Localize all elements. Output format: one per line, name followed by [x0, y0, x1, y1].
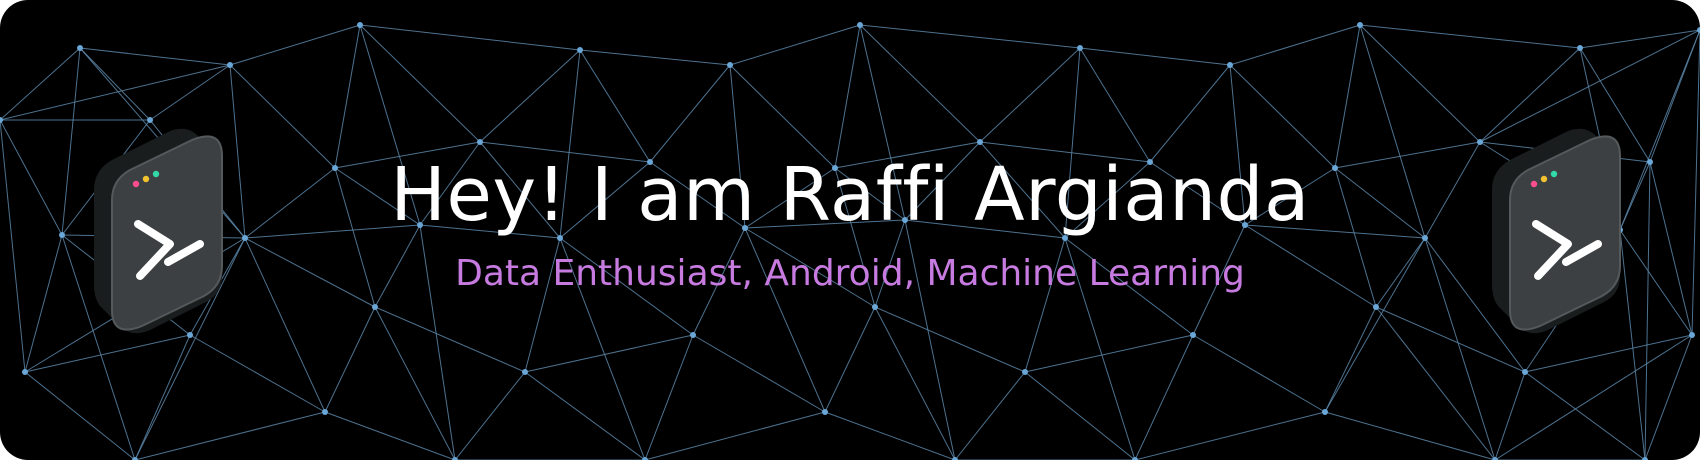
- mesh-node: [1022, 369, 1028, 375]
- mesh-line: [1494, 334, 1693, 460]
- mesh-line: [1192, 334, 1326, 413]
- mesh-node: [977, 139, 983, 145]
- mesh-node: [577, 47, 583, 53]
- mesh-line: [1134, 411, 1326, 460]
- mesh-node: [242, 235, 248, 241]
- mesh-node: [727, 62, 733, 68]
- mesh-node: [822, 409, 828, 415]
- mesh-line: [134, 334, 191, 460]
- mesh-node: [872, 304, 878, 310]
- mesh-node: [1322, 409, 1328, 415]
- mesh-line: [834, 24, 861, 169]
- page-subtitle: Data Enthusiast, Android, Machine Learni…: [455, 253, 1245, 294]
- mesh-line: [134, 411, 326, 460]
- mesh-line: [1134, 334, 1194, 460]
- mesh-line: [229, 24, 361, 66]
- mesh-line: [579, 49, 731, 66]
- mesh-line: [1149, 64, 1231, 163]
- mesh-line: [579, 49, 651, 163]
- mesh-node: [59, 232, 65, 238]
- mesh-line: [79, 47, 231, 66]
- mesh-line: [729, 24, 861, 66]
- mesh-line: [1024, 371, 1136, 460]
- mesh-node: [1357, 22, 1363, 28]
- page-title: Hey! I am Raffi Argianda: [390, 152, 1310, 238]
- mesh-line: [859, 24, 981, 143]
- mesh-line: [334, 24, 361, 169]
- mesh-node: [690, 332, 696, 338]
- mesh-node: [227, 62, 233, 68]
- mesh-line: [1324, 306, 1377, 413]
- mesh-line: [1359, 24, 1581, 49]
- mesh-line: [0, 64, 231, 121]
- mesh-node: [857, 22, 863, 28]
- mesh-line: [874, 306, 956, 460]
- mesh-line: [324, 411, 456, 460]
- mesh-line: [24, 334, 191, 373]
- mesh-node: [1422, 235, 1428, 241]
- mesh-line: [979, 47, 1081, 143]
- mesh-node: [477, 139, 483, 145]
- mesh-line: [644, 411, 826, 460]
- mesh-line: [359, 24, 581, 51]
- mesh-line: [79, 47, 151, 121]
- mesh-line: [479, 49, 581, 143]
- mesh-line: [1644, 334, 1693, 460]
- mesh-line: [1079, 47, 1151, 163]
- mesh-line: [1024, 334, 1194, 373]
- mesh-node: [1190, 332, 1196, 338]
- mesh-line: [524, 371, 646, 460]
- mesh-line: [324, 306, 376, 413]
- mesh-node: [1077, 45, 1083, 51]
- mesh-node: [522, 369, 528, 375]
- mesh-line: [649, 64, 731, 163]
- mesh-line: [454, 371, 526, 460]
- mesh-line: [1079, 47, 1231, 66]
- mesh-line: [1524, 334, 1693, 373]
- mesh-node: [357, 22, 363, 28]
- mesh-node: [147, 117, 153, 123]
- mesh-line: [1494, 371, 1526, 460]
- mesh-line: [644, 334, 694, 460]
- mesh-line: [824, 411, 956, 460]
- mesh-node: [1373, 304, 1379, 310]
- mesh-line: [859, 24, 1081, 49]
- mesh-line: [374, 306, 526, 373]
- mesh-line: [1229, 24, 1361, 66]
- terminal-icon: [1492, 128, 1621, 334]
- mesh-node: [1227, 62, 1233, 68]
- mesh-line: [229, 64, 336, 169]
- mesh-line: [824, 306, 876, 413]
- mesh-line: [24, 371, 136, 460]
- mesh-line: [954, 371, 1026, 460]
- header-banner: Hey! I am Raffi Argianda Data Enthusiast…: [0, 0, 1700, 460]
- mesh-node: [22, 369, 28, 375]
- mesh-line: [1524, 371, 1646, 460]
- mesh-line: [692, 334, 826, 413]
- mesh-node: [1577, 45, 1583, 51]
- mesh-line: [1334, 24, 1361, 169]
- mesh-node: [1522, 369, 1528, 375]
- mesh-line: [0, 47, 81, 121]
- mesh-node: [322, 409, 328, 415]
- mesh-node: [1689, 332, 1695, 338]
- mesh-line: [374, 306, 456, 460]
- mesh-node: [77, 45, 83, 51]
- mesh-line: [149, 64, 231, 121]
- mesh-line: [189, 334, 326, 413]
- mesh-node: [372, 304, 378, 310]
- mesh-line: [874, 306, 1026, 373]
- mesh-line: [1324, 411, 1496, 460]
